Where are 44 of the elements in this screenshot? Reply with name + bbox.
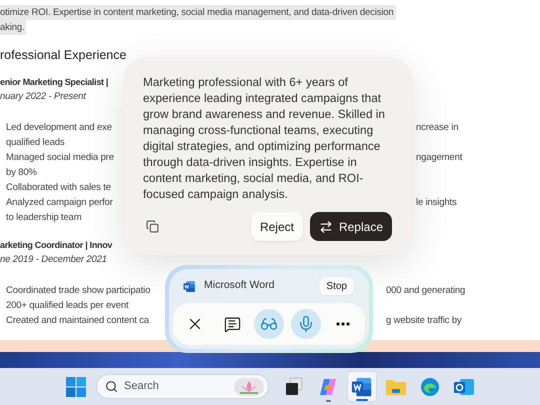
windows-icon [284, 376, 304, 396]
job-title: enior Marketing Specialist | [0, 76, 108, 89]
section-heading: rofessional Experience [0, 46, 126, 64]
outlook-logo-icon [453, 376, 475, 396]
copilot-logo-icon [318, 376, 338, 396]
job-dates: nuary 2022 - Present [0, 90, 86, 104]
body-text: ngagement [416, 151, 464, 166]
swap-icon [318, 220, 333, 234]
running-indicator [326, 400, 330, 402]
glasses-icon [260, 315, 278, 333]
job-title: arketing Coordinator | Innov [0, 238, 112, 252]
more-icon [336, 322, 350, 326]
edge-logo-icon [420, 376, 440, 396]
word-logo-icon [183, 280, 196, 292]
body-text: by 80% [6, 166, 37, 180]
chat-bubble-icon [224, 316, 241, 332]
taskbar-app-button[interactable] [347, 371, 377, 402]
body-text: Created and maintained content ca [6, 314, 149, 328]
body-text: le insights [416, 196, 458, 210]
stop-button[interactable]: Stop [318, 276, 355, 296]
body-text: 000 and generating [386, 284, 466, 298]
lotus-icon [234, 378, 264, 396]
popup-button[interactable]: Replace [310, 212, 392, 241]
job-dates: ne 2019 - December 2021 [0, 253, 107, 268]
body-text: Managed social media pre [6, 151, 114, 166]
running-indicator [356, 399, 368, 401]
search-field[interactable]: Search [96, 374, 269, 399]
body-text: 200+ qualified leads per event [6, 299, 129, 314]
app-name: Microsoft Word [204, 278, 274, 294]
windows-logo-icon[interactable] [66, 376, 86, 396]
body-text: Collaborated with sales te [6, 181, 111, 196]
body-text: ncrease in [416, 121, 460, 136]
copy-icon [146, 220, 158, 233]
body-text: g website traffic by [386, 314, 463, 328]
body-text: Analyzed campaign perfor [6, 196, 113, 210]
body-text: Led development and exe [6, 121, 112, 136]
search-input[interactable]: Search [124, 378, 228, 395]
word-logo-icon [351, 376, 373, 398]
popup-button[interactable]: Reject [250, 212, 303, 241]
body-text: Coordinated trade show participatio [6, 284, 150, 298]
rewritten-text: Marketing professional with 6+ years of experience leading integrated campaigns that grow brand awareness and revenue. Skilled in managing cross-functional teams, executing digital strategies, and optimizing performance through data-driven insights. Expertise in content marketing, social media, and ROI-focused campaign analysis. [143, 74, 386, 202]
body-text: qualified leads [6, 136, 64, 150]
search-icon [105, 380, 118, 393]
body-text: to leadership team [6, 211, 82, 226]
